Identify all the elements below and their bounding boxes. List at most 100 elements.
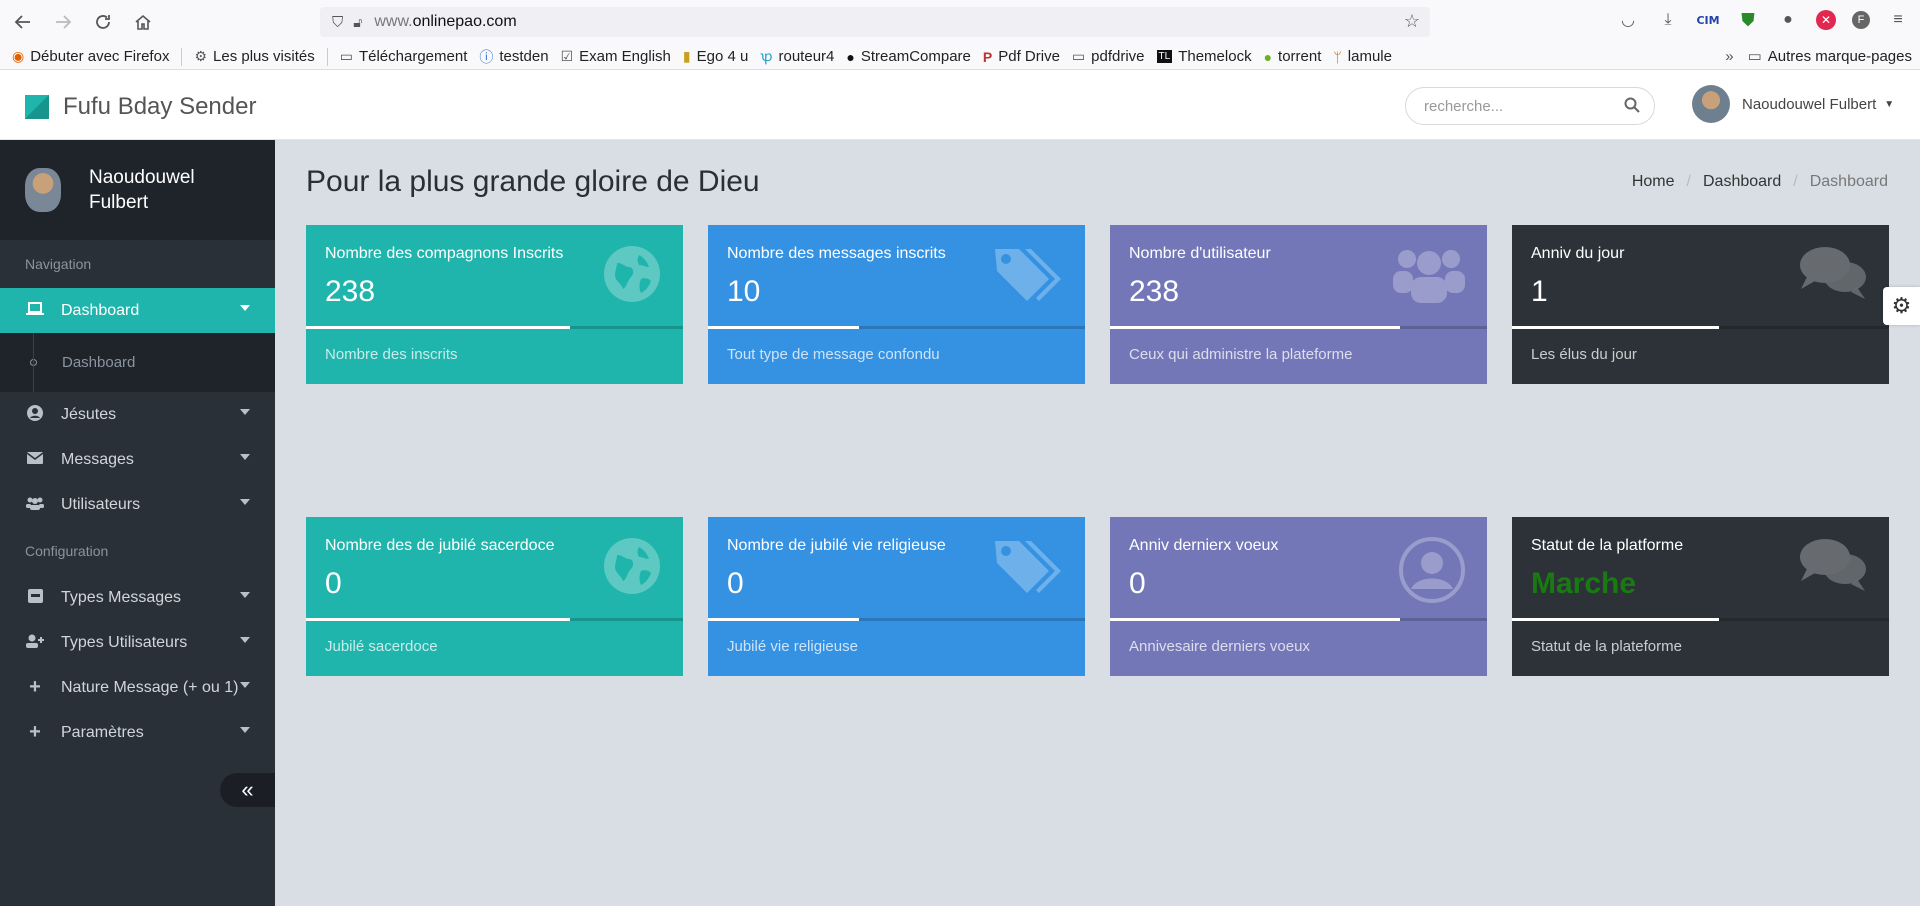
menu-icon[interactable]: ≡ [1886, 8, 1910, 32]
tags-icon [993, 537, 1063, 605]
bookmark-telechargement[interactable]: ▭ Téléchargement [340, 48, 468, 65]
bookmark-torrent[interactable]: ● torrent [1264, 48, 1322, 65]
stat-card-statut[interactable]: Statut de la platforme Marche Statut de … [1512, 517, 1889, 676]
card-value: 1 [1531, 275, 1548, 308]
bookmark-separator [326, 47, 328, 66]
sidebar-item-messages[interactable]: Messages [0, 437, 275, 482]
caret-down-icon [240, 454, 250, 460]
caret-down-icon: ▼ [1884, 98, 1895, 110]
github-icon: ● [846, 48, 855, 65]
sidebar-item-label: Paramètres [61, 723, 144, 741]
sidebar-item-types-messages[interactable]: Types Messages [0, 575, 275, 620]
bookmark-routeur4[interactable]: ꝕ routeur4 [760, 47, 834, 66]
profile-icon[interactable]: F [1852, 11, 1870, 29]
card-value: 238 [325, 275, 376, 308]
stat-card-jubile-vie-religieuse[interactable]: Nombre de jubilé vie religieuse 0 Jubilé… [708, 517, 1085, 676]
search-box [1405, 87, 1655, 125]
sidebar-item-nature-message[interactable]: + Nature Message (+ ou 1) [0, 665, 275, 710]
card-progress [708, 326, 1085, 329]
bookmark-firefox[interactable]: ◉ Débuter avec Firefox [12, 48, 169, 65]
sidebar-subitem-dashboard[interactable]: Dashboard [0, 333, 275, 392]
stat-card-anniv-voeux[interactable]: Anniv dernierx voeux 0 Annivesaire derni… [1110, 517, 1487, 676]
envelope-icon [25, 451, 45, 468]
stat-card-anniv-jour[interactable]: Anniv du jour 1 Les élus du jour [1512, 225, 1889, 384]
profile-name: Naoudouwel Fulbert [89, 167, 195, 213]
tplink-icon: ꝕ [760, 48, 773, 64]
brand[interactable]: Fufu Bday Sender [25, 93, 256, 121]
card-value: 10 [727, 275, 761, 308]
card-progress-fill [708, 326, 859, 329]
bookmark-most-visited[interactable]: ⚙ Les plus visités [194, 48, 314, 65]
stat-card-utilisateurs[interactable]: Nombre d'utilisateur 238 Ceux qui admini… [1110, 225, 1487, 384]
breadcrumb-dashboard[interactable]: Dashboard [1703, 173, 1781, 191]
bookmark-pdfdrive[interactable]: ▭ pdfdrive [1072, 48, 1145, 65]
user-menu[interactable]: Naoudouwel Fulbert ▼ [1692, 85, 1894, 123]
users-icon [1393, 245, 1465, 313]
card-progress-fill [1110, 618, 1401, 621]
extension-icon[interactable]: ⛊ [1736, 8, 1760, 32]
breadcrumb-separator: / [1686, 173, 1691, 190]
bookmark-pdf-drive[interactable]: P Pdf Drive [983, 48, 1060, 65]
chevrons-right-icon[interactable]: » [1725, 48, 1733, 65]
search-input[interactable] [1424, 97, 1614, 115]
sidebar-item-utilisateurs[interactable]: Utilisateurs [0, 482, 275, 527]
bookmark-lamule[interactable]: ᛘ lamule [1333, 48, 1392, 65]
sidebar-item-types-utilisateurs[interactable]: Types Utilisateurs [0, 620, 275, 665]
app-header: Fufu Bday Sender Naoudouwel Fulbert ▼ [0, 70, 1920, 140]
double-chevron-left-icon: « [241, 777, 254, 802]
sidebar-item-label: Utilisateurs [61, 495, 141, 513]
firefox-icon: ◉ [12, 48, 25, 64]
stat-card-compagnons[interactable]: Nombre des compagnons Inscrits 238 Nombr… [306, 225, 683, 384]
sidebar-item-label: Nature Message (+ ou 1) [61, 678, 239, 696]
breadcrumb-home[interactable]: Home [1632, 173, 1675, 191]
sidebar-item-parametres[interactable]: + Paramètres [0, 710, 275, 755]
card-value: 238 [1129, 275, 1180, 308]
bookmark-streamcompare[interactable]: ● StreamCompare [846, 48, 971, 65]
search-icon[interactable] [1624, 97, 1640, 113]
stat-card-jubile-sacerdoce[interactable]: Nombre des de jubilé sacerdoce 0 Jubilé … [306, 517, 683, 676]
card-progress [306, 618, 683, 621]
card-title: Anniv dernierx voeux [1129, 537, 1279, 554]
shield-icon: ⛉ [332, 13, 344, 31]
card-footer: Ceux qui administre la plateforme [1129, 346, 1353, 363]
bookmark-star-icon[interactable]: ☆ [1404, 11, 1420, 32]
bookmark-testden[interactable]: ⓘ testden [479, 47, 548, 67]
folder-icon: ▭ [1747, 48, 1762, 65]
card-progress [1110, 326, 1487, 329]
url-bar[interactable]: ⛉ 🔓︎ www.onlinepao.com ☆ [320, 7, 1430, 37]
cim-extension-icon[interactable]: CIM [1696, 8, 1720, 32]
torrent-icon: ● [1263, 48, 1273, 65]
bookmark-exam-english[interactable]: ☑ Exam English [561, 48, 671, 65]
bookmark-themelock[interactable]: TL Themelock [1156, 48, 1252, 65]
card-footer: Tout type de message confondu [727, 346, 940, 363]
check-icon: ☑ [560, 48, 574, 64]
sidebar-subitem-label: Dashboard [62, 354, 136, 371]
back-button[interactable] [6, 5, 40, 39]
settings-panel-toggle[interactable]: ⚙ [1883, 287, 1920, 325]
blocker-icon[interactable]: ✕ [1816, 10, 1836, 30]
download-icon[interactable]: ⤓ [1656, 8, 1680, 32]
gear-icon: ⚙ [194, 48, 208, 64]
card-progress [708, 618, 1085, 621]
card-progress-fill [1512, 618, 1720, 621]
plus-icon: + [29, 676, 41, 698]
other-bookmarks[interactable]: » ▭ Autres marque-pages [1725, 47, 1912, 66]
breadcrumb-separator: / [1793, 173, 1798, 190]
card-title: Nombre d'utilisateur [1129, 245, 1271, 262]
sidebar-item-dashboard[interactable]: Dashboard [0, 288, 275, 333]
sidebar-item-jesutes[interactable]: Jésutes [0, 392, 275, 437]
stat-card-messages[interactable]: Nombre des messages inscrits 10 Tout typ… [708, 225, 1085, 384]
bookmark-ego4u[interactable]: ▮ Ego 4 u [683, 48, 748, 65]
card-value: 0 [727, 567, 744, 600]
sidebar-collapse-button[interactable]: « [220, 773, 275, 807]
card-title: Statut de la platforme [1531, 537, 1684, 554]
forward-button[interactable] [46, 5, 80, 39]
home-button[interactable] [126, 5, 160, 39]
reload-button[interactable] [86, 5, 120, 39]
user-circle-icon [25, 404, 45, 425]
card-title: Anniv du jour [1531, 245, 1625, 262]
status-value: Marche [1531, 567, 1637, 600]
info-icon: ⓘ [479, 48, 494, 65]
pocket-icon[interactable]: ◡ [1616, 8, 1640, 32]
extension-balls-icon[interactable]: ● [1776, 8, 1800, 32]
